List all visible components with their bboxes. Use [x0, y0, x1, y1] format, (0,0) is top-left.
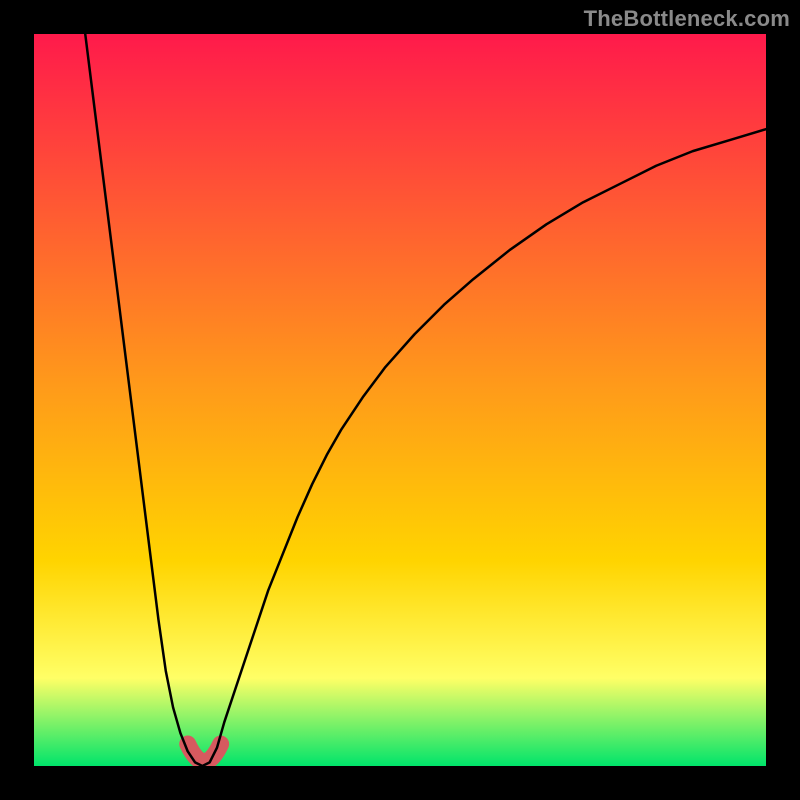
watermark-text: TheBottleneck.com — [584, 6, 790, 32]
chart-svg — [34, 34, 766, 766]
gradient-background — [34, 34, 766, 766]
plot-area — [34, 34, 766, 766]
chart-frame: TheBottleneck.com — [0, 0, 800, 800]
